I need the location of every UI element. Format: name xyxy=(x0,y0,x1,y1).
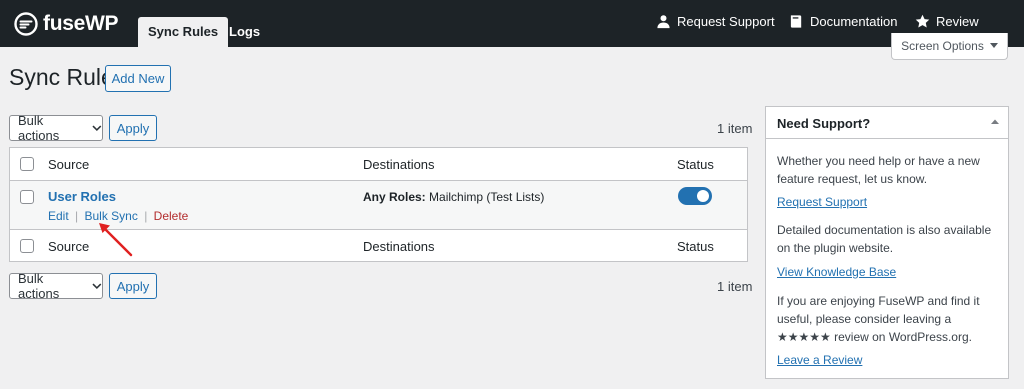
column-source[interactable]: Source xyxy=(48,157,89,172)
leave-review-link[interactable]: Leave a Review xyxy=(777,353,862,367)
apply-button-top[interactable]: Apply xyxy=(109,115,157,141)
person-icon xyxy=(657,14,670,28)
top-bar: fuseWP Sync Rules Logs Request Support D… xyxy=(0,0,1024,47)
bulk-actions-value: Bulk actions xyxy=(18,113,60,143)
fusewp-logo-icon xyxy=(14,12,38,36)
separator: | xyxy=(75,209,79,223)
panel-header[interactable]: Need Support? xyxy=(766,107,1008,139)
screen-options-label: Screen Options xyxy=(901,39,984,53)
bulk-actions-select-bottom[interactable]: Bulk actions xyxy=(9,271,103,301)
documentation-text: Detailed documentation is also available… xyxy=(777,223,992,255)
column-source-footer[interactable]: Source xyxy=(48,239,89,254)
book-icon xyxy=(790,14,802,28)
annotation-arrow-icon xyxy=(99,223,133,257)
chevron-down-icon xyxy=(92,283,102,290)
review-label: Review xyxy=(936,13,979,29)
status-toggle[interactable] xyxy=(678,187,712,205)
bulk-actions-value: Bulk actions xyxy=(18,271,60,301)
table-header-row: Source Destinations Status xyxy=(10,148,747,181)
edit-link[interactable]: Edit xyxy=(48,209,69,223)
documentation-link[interactable]: Documentation xyxy=(789,12,897,30)
chevron-down-icon xyxy=(92,125,102,132)
tab-logs[interactable]: Logs xyxy=(219,17,270,47)
destination-value: Mailchimp (Test Lists) xyxy=(429,190,545,204)
separator: | xyxy=(144,209,148,223)
bulk-actions-select-top[interactable]: Bulk actions xyxy=(9,113,103,143)
request-support-sidebar-link[interactable]: Request Support xyxy=(777,195,867,209)
review-text: If you are enjoying FuseWP and find it u… xyxy=(777,294,980,344)
toggle-knob xyxy=(697,190,709,202)
need-support-panel: Need Support? Whether you need help or h… xyxy=(765,106,1009,379)
item-count-top: 1 item xyxy=(717,121,753,136)
column-status-footer: Status xyxy=(677,239,714,254)
request-support-link[interactable]: Request Support xyxy=(656,12,775,30)
screen-options-button[interactable]: Screen Options xyxy=(891,33,1008,60)
destinations-cell: Any Roles: Mailchimp (Test Lists) xyxy=(363,190,544,204)
tab-sync-rules[interactable]: Sync Rules xyxy=(138,17,229,47)
row-checkbox[interactable] xyxy=(20,190,34,204)
collapse-caret-icon[interactable] xyxy=(990,117,1000,127)
column-destinations: Destinations xyxy=(363,157,435,172)
caret-down-icon xyxy=(989,43,998,48)
brand-name: fuseWP xyxy=(43,12,119,35)
apply-button-bottom[interactable]: Apply xyxy=(109,273,157,299)
select-all-checkbox-footer[interactable] xyxy=(20,239,34,253)
delete-link[interactable]: Delete xyxy=(154,209,189,223)
destination-label: Any Roles: xyxy=(363,190,426,204)
select-all-checkbox[interactable] xyxy=(20,157,34,171)
add-new-button[interactable]: Add New xyxy=(105,65,171,92)
knowledge-base-link[interactable]: View Knowledge Base xyxy=(777,265,896,279)
star-icon xyxy=(915,14,930,27)
column-destinations-footer: Destinations xyxy=(363,239,435,254)
panel-title: Need Support? xyxy=(777,116,871,131)
review-link[interactable]: Review xyxy=(915,12,979,30)
item-count-bottom: 1 item xyxy=(717,279,753,294)
request-support-label: Request Support xyxy=(677,13,775,29)
brand-logo[interactable]: fuseWP xyxy=(14,12,119,36)
support-text: Whether you need help or have a new feat… xyxy=(777,154,980,186)
source-link[interactable]: User Roles xyxy=(48,189,116,204)
documentation-label: Documentation xyxy=(810,13,898,29)
column-status: Status xyxy=(677,157,714,172)
